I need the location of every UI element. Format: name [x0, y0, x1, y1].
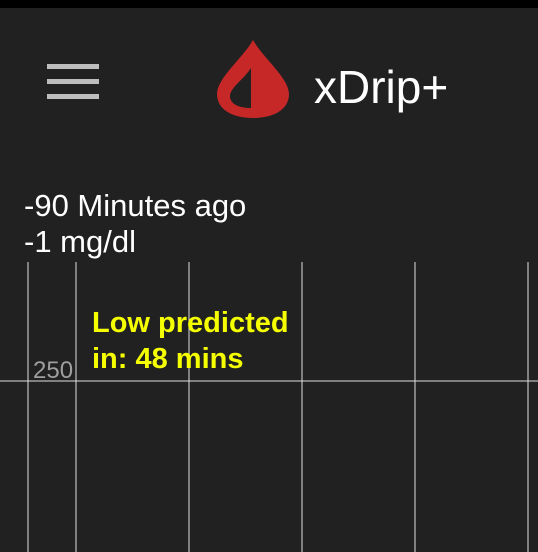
- reading-time-ago: -90 Minutes ago: [24, 188, 247, 223]
- graph-grid: [0, 262, 538, 552]
- prediction-line-1: Low predicted: [92, 307, 289, 339]
- app-title: xDrip+: [314, 61, 449, 113]
- blood-drop-icon: [213, 38, 293, 120]
- glucose-graph[interactable]: [0, 250, 538, 552]
- prediction-line-2: in: 48 mins: [92, 343, 244, 375]
- status-bar: [0, 0, 538, 8]
- hamburger-menu-icon[interactable]: [47, 64, 99, 100]
- low-prediction-label: Low predicted in: 48 mins: [92, 305, 289, 377]
- y-axis-tick-250: 250: [33, 357, 74, 384]
